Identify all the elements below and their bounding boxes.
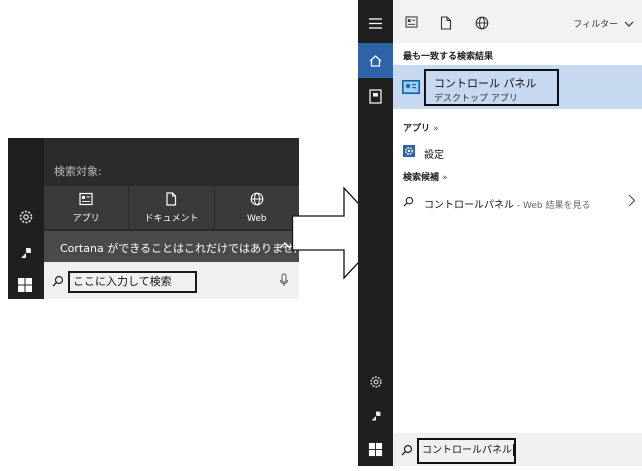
windows-icon[interactable] [368,442,383,457]
settings-gear-icon [403,145,415,157]
apps-filter-icon[interactable] [405,16,418,28]
tab-documents[interactable]: ドキュメント [129,186,215,229]
search-results-panel: フィルター 最も一致する検索結果 コントロール パネル デスクトップ アプリ ア… [358,0,642,466]
cortana-icon[interactable] [17,244,35,262]
documents-filter-icon[interactable] [440,16,452,30]
tab-apps-label: アプリ [72,214,100,224]
tab-apps[interactable]: アプリ [44,186,130,229]
search-icon [401,444,413,456]
notebook-icon[interactable] [368,89,383,104]
suggestion-label: コントロールパネル - Web 結果を見る [424,196,590,211]
search-scope-heading: 検索対象: [54,165,102,178]
left-taskbar-rail [8,138,44,299]
settings-label: 設定 [424,150,444,161]
hamburger-menu-icon[interactable] [369,18,382,29]
tab-web-label: Web [247,214,267,224]
results-list: 最も一致する検索結果 コントロール パネル デスクトップ アプリ アプリ » 設… [393,43,642,433]
globe-icon [250,192,264,206]
search-input[interactable]: ここに入力して検索 [68,271,197,293]
tab-web[interactable]: Web [214,186,299,229]
document-icon [164,192,178,206]
best-match-heading: 最も一致する検索結果 [403,49,493,62]
start-search-panel: 検索対象: アプリ ドキュメント Web Cortana ができることはこれだけ… [8,138,315,299]
suggestion-suffix: - Web 結果を見る [514,201,591,211]
best-match-result[interactable]: コントロール パネル デスクトップ アプリ [393,65,642,109]
search-input-value: コントロールパネル [422,445,512,456]
apps-heading-chevron: » [433,124,439,134]
search-icon [52,275,64,287]
cortana-icon[interactable] [368,408,384,424]
cortana-tip-bar[interactable]: Cortana ができることはこれだけではありません... [44,231,315,262]
right-taskbar-rail [358,0,393,466]
web-filter-icon[interactable] [475,16,489,30]
search-input[interactable]: コントロールパネル [417,438,516,464]
chevron-down-icon [624,21,634,28]
filter-label: フィルター [573,20,619,30]
best-match-heading-text: 最も一致する検索結果 [403,52,494,62]
gear-icon[interactable] [17,208,35,226]
home-button[interactable] [358,43,393,78]
apps-heading: アプリ » [403,121,439,134]
windows-icon[interactable] [17,277,35,295]
results-toolbar: フィルター [393,0,642,43]
chevron-right-icon[interactable] [628,194,636,207]
settings-result[interactable]: 設定 [393,141,642,161]
tab-documents-label: ドキュメント [144,214,199,224]
chevron-up-icon[interactable] [279,240,291,250]
filter-dropdown[interactable]: フィルター [573,17,634,30]
right-search-bar: コントロールパネル [393,433,642,466]
search-icon [403,196,414,207]
suggestions-heading-text: 検索候補 [403,173,440,183]
left-search-bar: ここに入力して検索 [44,262,299,299]
gear-icon[interactable] [368,374,384,390]
suggestions-heading: 検索候補 » [403,170,448,183]
text-caret [513,444,514,456]
cortana-tip-text: Cortana ができることはこれだけではありません... [60,242,316,255]
apps-icon [79,192,93,206]
suggestion-query: コントロールパネル [424,200,514,211]
control-panel-icon [402,80,420,95]
microphone-icon[interactable] [279,273,289,287]
suggestions-heading-chevron: » [442,173,448,183]
home-icon [369,55,382,67]
best-match-subtitle: デスクトップ アプリ [434,94,518,104]
best-match-title: コントロール パネル [434,77,537,90]
apps-heading-text: アプリ [403,124,431,134]
search-scope-tabs: アプリ ドキュメント Web [44,186,299,229]
web-suggestion-result[interactable]: コントロールパネル - Web 結果を見る [393,191,642,211]
